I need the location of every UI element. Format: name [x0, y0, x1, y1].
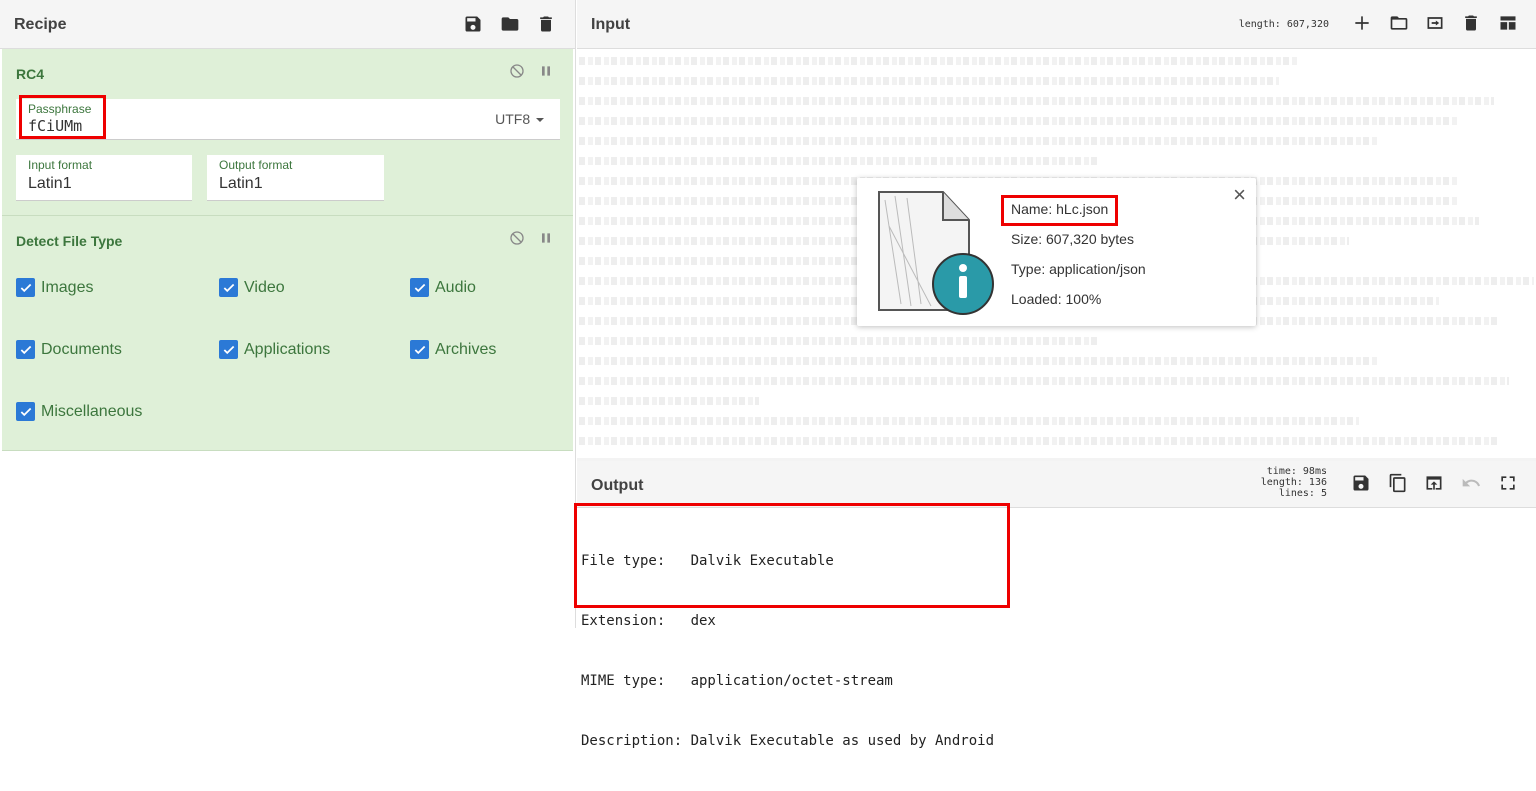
input-text-line	[579, 77, 1279, 85]
output-length: length: 136	[1260, 477, 1327, 488]
checkbox-miscellaneous[interactable]: Miscellaneous	[16, 402, 142, 421]
output-lines: lines: 5	[1278, 488, 1327, 499]
clear-recipe-trash-icon[interactable]	[535, 13, 557, 35]
recipe-header: Recipe	[0, 0, 575, 49]
recipe-panel: Recipe RC4 Passphrase fCiUMm UTF8 Input …	[0, 0, 576, 628]
output-line: Extension: dex	[581, 613, 716, 629]
input-text-line	[579, 357, 1379, 365]
copy-output-icon[interactable]	[1387, 472, 1409, 494]
output-header: Output time: 98ms length: 136 lines: 5	[577, 461, 1536, 508]
output-line: Description: Dalvik Executable as used b…	[581, 733, 995, 749]
input-format-field[interactable]: Input format Latin1	[16, 155, 192, 201]
save-output-icon[interactable]	[1350, 472, 1372, 494]
highlight-passphrase	[19, 95, 106, 139]
checkbox-label: Images	[41, 278, 94, 296]
replace-input-icon[interactable]	[1423, 472, 1445, 494]
checkbox-archives[interactable]: Archives	[410, 340, 496, 359]
input-header: Input length: 607,320	[577, 0, 1536, 49]
input-text-line	[579, 117, 1459, 125]
input-format-value: Latin1	[28, 175, 72, 192]
checkbox-video[interactable]: Video	[219, 278, 285, 297]
detect-file-type-operation: Detect File Type Images Video Audio Docu…	[2, 216, 573, 451]
checkbox-images[interactable]: Images	[16, 278, 93, 297]
checkbox-label: Video	[244, 278, 285, 296]
checkbox-audio[interactable]: Audio	[410, 278, 476, 297]
input-format-label: Input format	[28, 158, 93, 172]
output-title: Output	[591, 477, 644, 494]
checkbox-checked-icon[interactable]	[410, 340, 429, 359]
input-text-line	[579, 57, 1299, 65]
output-format-label: Output format	[219, 158, 293, 172]
encoding-value: UTF8	[495, 111, 531, 127]
file-loaded: Loaded: 100%	[1011, 291, 1102, 307]
file-type: Type: application/json	[1011, 261, 1146, 277]
detect-file-type-title: Detect File Type	[16, 233, 123, 249]
maximise-icon[interactable]	[1497, 472, 1519, 494]
checkbox-checked-icon[interactable]	[16, 402, 35, 421]
highlight-output	[574, 503, 1010, 608]
rc4-operation: RC4 Passphrase fCiUMm UTF8 Input format …	[2, 49, 573, 216]
checkbox-checked-icon[interactable]	[16, 278, 35, 297]
checkbox-documents[interactable]: Documents	[16, 340, 122, 359]
add-tab-plus-icon[interactable]	[1351, 12, 1373, 34]
input-text-line	[579, 377, 1509, 385]
file-details-card: Name: hLc.json Size: 607,320 bytes Type:…	[857, 178, 1256, 326]
input-text-line	[579, 417, 1359, 425]
output-stats: time: 98ms length: 136 lines: 5	[1207, 466, 1327, 499]
save-recipe-icon[interactable]	[462, 13, 484, 35]
disable-icon[interactable]	[509, 63, 525, 79]
output-format-value: Latin1	[219, 175, 263, 192]
checkbox-label: Applications	[244, 340, 331, 358]
open-folder-icon[interactable]	[1388, 12, 1410, 34]
load-recipe-folder-icon[interactable]	[499, 13, 521, 35]
clear-input-trash-icon[interactable]	[1460, 12, 1482, 34]
checkbox-checked-icon[interactable]	[219, 278, 238, 297]
checkbox-applications[interactable]: Applications	[219, 340, 330, 359]
caret-down-icon	[536, 118, 544, 123]
output-line: MIME type: application/octet-stream	[581, 673, 893, 689]
checkbox-label: Archives	[435, 340, 497, 358]
reset-layout-icon[interactable]	[1497, 12, 1519, 34]
pause-icon[interactable]	[538, 63, 554, 79]
input-text-line	[579, 397, 759, 405]
input-title: Input	[591, 16, 631, 33]
input-textarea[interactable]: Name: hLc.json Size: 607,320 bytes Type:…	[577, 49, 1536, 458]
close-icon[interactable]: ×	[1233, 182, 1246, 208]
input-text-line	[579, 157, 1099, 165]
file-info-icon	[871, 186, 997, 318]
checkbox-checked-icon[interactable]	[219, 340, 238, 359]
input-length: length: 607,320	[1238, 19, 1329, 30]
rc4-title: RC4	[16, 66, 45, 82]
input-text-line	[579, 97, 1494, 105]
highlight-file-name	[1001, 195, 1118, 226]
encoding-dropdown[interactable]: UTF8	[495, 111, 544, 127]
recipe-title: Recipe	[14, 16, 67, 33]
output-time: time: 98ms	[1266, 466, 1327, 477]
input-panel: Input length: 607,320 Name: hLc.json Siz…	[577, 0, 1536, 458]
input-text-line	[579, 337, 1099, 345]
output-format-field[interactable]: Output format Latin1	[207, 155, 384, 201]
input-text-line	[579, 137, 1379, 145]
checkbox-checked-icon[interactable]	[410, 278, 429, 297]
checkbox-label: Documents	[41, 340, 122, 358]
open-file-input-icon[interactable]	[1424, 12, 1446, 34]
checkbox-label: Audio	[435, 278, 476, 296]
file-size: Size: 607,320 bytes	[1011, 231, 1134, 247]
undo-icon[interactable]	[1460, 472, 1482, 494]
disable-icon[interactable]	[509, 230, 525, 246]
checkbox-label: Miscellaneous	[41, 402, 143, 420]
pause-icon[interactable]	[538, 230, 554, 246]
output-panel: Output time: 98ms length: 136 lines: 5 F…	[574, 461, 1536, 749]
checkbox-checked-icon[interactable]	[16, 340, 35, 359]
input-text-line	[579, 437, 1499, 445]
